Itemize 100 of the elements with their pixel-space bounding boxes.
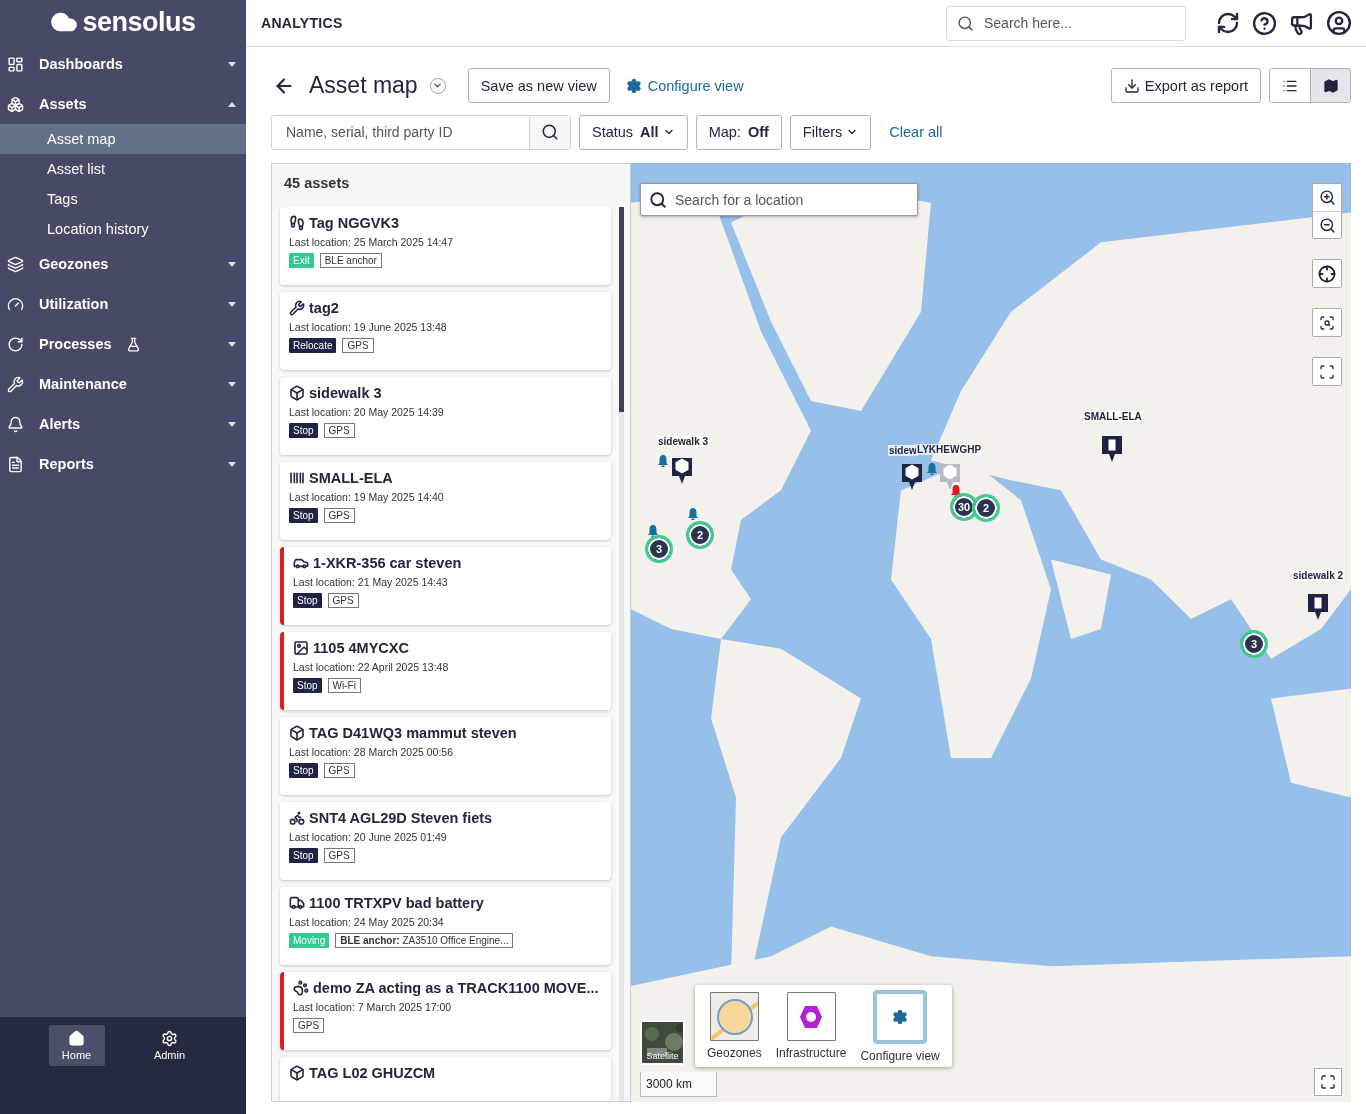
last-location: Last location: 20 June 2025 01:49 — [289, 831, 448, 843]
filter-dropdown[interactable]: Filters — [789, 114, 872, 150]
last-location: Last location: 21 May 2025 14:43 — [293, 576, 449, 588]
caret-down-icon — [228, 461, 236, 467]
asset-card[interactable]: 1100 TRTXPV bad battery Last location: 24 May 2025 20:34 Moving BLE anchor: ZA3510 Office Engine... — [280, 887, 611, 965]
asset-name: SNT4 AGL29D Steven fiets — [309, 810, 493, 826]
asset-card[interactable]: tag2 Last location: 19 June 2025 13:48 Relocate GPS — [280, 292, 611, 370]
wrench-icon — [289, 300, 305, 316]
download-icon — [1123, 77, 1140, 94]
caret-down-icon — [228, 261, 236, 267]
footer-nav-label: Admin — [153, 1049, 186, 1061]
page-title: Asset map — [309, 72, 418, 99]
status-tag: Exit — [289, 253, 314, 268]
last-location: Last location: 19 May 2025 14:40 — [289, 491, 445, 503]
filter-dropdown[interactable]: Status All — [579, 114, 688, 150]
nav-subitem[interactable]: Tags — [0, 184, 246, 214]
status-tag: Stop — [293, 593, 322, 608]
nav-item[interactable]: Alerts — [0, 404, 246, 444]
status-tag: Stop — [293, 678, 322, 693]
image-icon — [293, 640, 309, 656]
asset-search-box[interactable]: Name, serial, third party ID — [271, 114, 571, 150]
footer-nav-button[interactable]: Home — [48, 1025, 105, 1066]
search-icon — [541, 123, 559, 141]
export-report-button[interactable]: Export as report — [1110, 68, 1261, 103]
nav-subitem[interactable]: Location history — [0, 214, 246, 244]
global-search-box[interactable]: Search here... — [946, 5, 1186, 41]
asset-name: 1105 4MYCXC — [313, 640, 409, 656]
bike-icon — [289, 810, 305, 826]
nav-label: Maintenance — [39, 376, 127, 392]
megaphone-icon[interactable] — [1289, 10, 1314, 36]
search-button[interactable] — [529, 115, 570, 149]
status-tag: Moving — [289, 933, 330, 948]
footer-nav-button[interactable]: Admin — [141, 1025, 198, 1066]
nav-item[interactable]: Utilization — [0, 284, 246, 324]
box-icon — [289, 725, 305, 741]
rotate-icon — [7, 335, 24, 353]
source-tag: GPS — [342, 338, 374, 353]
wrench-icon — [7, 375, 24, 393]
asset-card[interactable]: Tag NGGVK3 Last location: 25 March 2025 14:47 Exit BLE anchor — [280, 207, 611, 285]
filter-dropdown[interactable]: Map: Off — [695, 114, 782, 150]
nav-subitem[interactable]: Asset list — [0, 154, 246, 184]
save-view-button[interactable]: Save as new view — [467, 68, 610, 103]
source-tag: GPS — [327, 593, 359, 608]
asset-count: 45 assets — [283, 174, 351, 193]
asset-card[interactable]: SMALL-ELA Last location: 19 May 2025 14:40 Stop GPS — [280, 462, 611, 540]
nav-label: Assets — [39, 96, 87, 112]
last-location: Last location: 24 May 2025 20:34 — [289, 916, 445, 928]
nav-item[interactable]: Reports — [0, 444, 246, 484]
asset-name: Tag NGGVK3 — [309, 215, 399, 231]
source-tag: GPS — [293, 1018, 325, 1033]
source-tag: Wi-Fi — [327, 678, 361, 693]
asset-search-field[interactable]: Name, serial, third party ID — [284, 115, 529, 149]
asset-card[interactable]: 1105 4MYCXC Last location: 22 April 2025 13:48 Stop Wi-Fi — [280, 632, 611, 710]
nav-item[interactable]: Assets — [0, 84, 246, 124]
search-icon — [957, 14, 974, 32]
user-icon[interactable] — [1326, 10, 1352, 36]
help-icon[interactable] — [1252, 10, 1277, 36]
nav-item[interactable]: Geozones — [0, 244, 246, 284]
nav-item[interactable]: Maintenance — [0, 364, 246, 404]
box-icon — [289, 385, 305, 401]
footprints-icon — [289, 215, 305, 231]
dashboard-icon — [7, 55, 24, 73]
gear-icon — [625, 77, 642, 94]
last-location: Last location: 28 March 2025 00:56 — [289, 746, 455, 758]
caret-down-icon — [228, 421, 236, 427]
asset-card[interactable]: TAG L02 GHUZCM — [280, 1057, 611, 1101]
asset-card[interactable]: 1-XKR-356 car steven Last location: 21 May 2025 14:43 Stop GPS — [280, 547, 611, 625]
source-tag: BLE anchor — [319, 253, 382, 268]
caret-down-icon — [228, 61, 236, 67]
asset-card[interactable]: TAG D41WQ3 mammut steven Last location: 28 March 2025 00:56 Stop GPS — [280, 717, 611, 795]
asset-card[interactable]: demo ZA acting as a TRACK1100 MOVE... Last location: 7 March 2025 17:00 GPS — [280, 972, 611, 1050]
clear-all-link[interactable]: Clear all — [889, 124, 943, 140]
asset-name: tag2 — [309, 300, 339, 316]
nav-label: Geozones — [39, 256, 109, 272]
nav-label: Dashboards — [39, 56, 123, 72]
refresh-icon[interactable] — [1216, 11, 1240, 35]
nav-subitem[interactable]: Asset map — [0, 124, 246, 154]
nav-label: Utilization — [39, 296, 109, 312]
section-title: ANALYTICS — [261, 15, 344, 31]
configure-view-link[interactable]: Configure view — [625, 77, 744, 94]
caret-down-icon — [228, 381, 236, 387]
asset-card[interactable]: SNT4 AGL29D Steven fiets Last location: 20 June 2025 01:49 Stop GPS — [280, 802, 611, 880]
nav-item[interactable]: Dashboards — [0, 44, 246, 84]
nav-item[interactable]: Processes — [0, 324, 246, 364]
asset-card[interactable]: sidewalk 3 Last location: 20 May 2025 14:39 Stop GPS — [280, 377, 611, 455]
document-icon — [7, 455, 24, 473]
last-location: Last location: 19 June 2025 13:48 — [289, 321, 448, 333]
map-view-button[interactable] — [1310, 69, 1350, 102]
nav-label: Processes — [39, 336, 112, 352]
last-location: Last location: 7 March 2025 17:00 — [293, 1001, 453, 1013]
status-tag: Stop — [289, 423, 318, 438]
asset-name: 1100 TRTXPV bad battery — [309, 895, 484, 911]
barcode-icon — [289, 470, 305, 486]
asset-name: TAG L02 GHUZCM — [309, 1065, 436, 1081]
gauge-icon — [7, 295, 24, 313]
caret-down-icon — [228, 301, 236, 307]
home-icon — [68, 1030, 85, 1047]
global-search-field[interactable]: Search here... — [982, 14, 1175, 32]
status-tag: Stop — [289, 508, 318, 523]
map-icon — [1322, 77, 1339, 94]
